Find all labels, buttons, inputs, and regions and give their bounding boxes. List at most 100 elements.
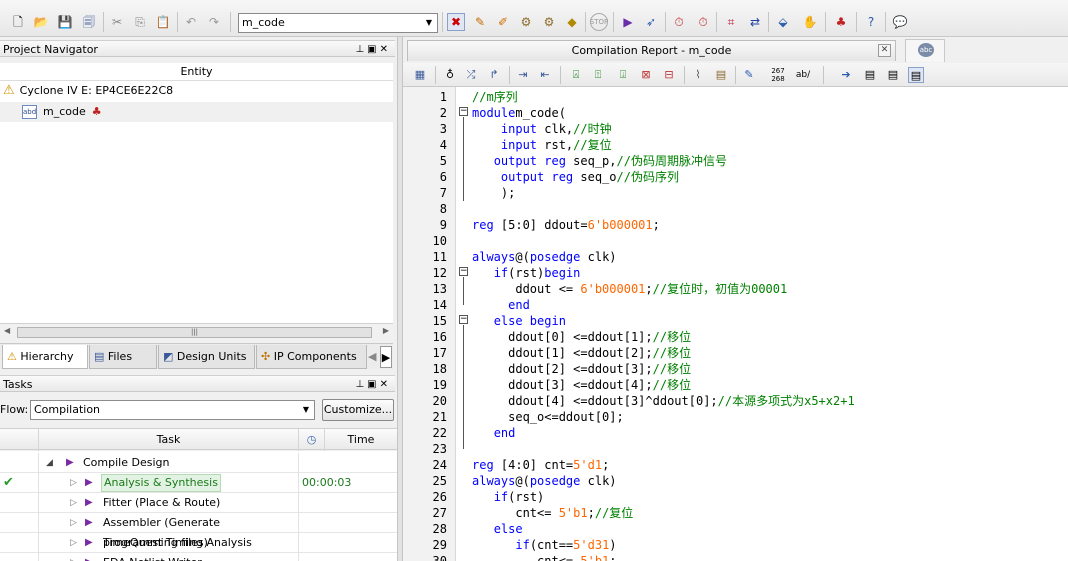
outdent-icon[interactable]: ⇤	[537, 67, 553, 83]
tab-files[interactable]: ▤ Files	[89, 345, 157, 369]
progress-column-header[interactable]: ◷	[299, 429, 325, 451]
insert-template-icon[interactable]: ▤	[713, 67, 729, 83]
hierarchy-tool-icon[interactable]: ♣	[832, 13, 850, 31]
table-row[interactable]: ▷ ▶ TimeQuest Timing Analysis	[0, 533, 398, 553]
indent-icon[interactable]: ⇥	[515, 67, 531, 83]
code-text: clk)	[580, 474, 617, 488]
tab-compilation-report[interactable]: Compilation Report - m_code ✕	[407, 40, 896, 61]
cut-icon[interactable]: ✂	[108, 13, 126, 31]
stop-icon[interactable]: STOP	[590, 13, 608, 31]
view-outline-icon[interactable]: ▤	[862, 67, 878, 83]
fold-toggle-icon[interactable]: −	[459, 107, 468, 116]
tab-ip-components[interactable]: ✣ IP Components	[256, 345, 367, 369]
customize-button[interactable]: Customize...	[322, 399, 394, 421]
table-row[interactable]: ▷ ▶ EDA Netlist Writer	[0, 553, 398, 561]
properties-icon[interactable]: ▦	[412, 67, 428, 83]
settings-icon[interactable]: ⚙	[517, 13, 535, 31]
line-number: 19	[432, 378, 447, 392]
line-number-gutter: 1 2 3 4 5 6 7 8 9 10 11 12 13 14 15 16 17 18 19 20 21 22 23 24 2…	[403, 87, 456, 561]
help-icon[interactable]: ?	[862, 13, 880, 31]
device-row[interactable]: ⚠ Cyclone IV E: EP4CE6E22C8	[0, 81, 393, 101]
scroll-left-icon[interactable]: ◀	[4, 326, 10, 335]
code-keyword: else	[493, 522, 523, 536]
flow-select[interactable]: Compilation ▼	[30, 400, 315, 420]
expand-arrow-icon[interactable]: ▷	[70, 473, 77, 493]
flow-label: Flow:	[0, 403, 29, 416]
tab-code-file[interactable]: abc	[905, 39, 945, 62]
pin-planner-icon[interactable]: ✐	[494, 13, 512, 31]
view-list-icon[interactable]: ▤	[885, 67, 901, 83]
expand-arrow-icon[interactable]: ▷	[70, 493, 77, 513]
hierarchy-tab-icon: ⚠	[7, 350, 17, 363]
design-partition-icon[interactable]: ⚙	[540, 13, 558, 31]
chip-planner-icon[interactable]: ✖	[447, 13, 465, 31]
expand-arrow-icon[interactable]: ▷	[70, 533, 77, 553]
timing-analyzer-icon[interactable]: ⏱	[670, 13, 688, 31]
horizontal-scrollbar[interactable]: ◀ ||| ▶	[0, 323, 393, 340]
tabs-scroll-right-icon[interactable]: ▶	[380, 346, 392, 368]
code-editor[interactable]: //m序列 modulem_code( input clk,//时钟 input …	[470, 87, 1068, 561]
logic-lock-icon[interactable]: ◆	[563, 13, 581, 31]
tabs-scroll-left-icon[interactable]: ◀	[368, 348, 379, 366]
find-icon[interactable]: ♁	[442, 67, 458, 83]
scroll-right-icon[interactable]: ▶	[383, 326, 389, 335]
wrap-text-icon[interactable]: ab/	[793, 67, 813, 83]
tab-design-units[interactable]: ◩ Design Units	[158, 345, 255, 369]
time-column-header[interactable]: Time	[325, 429, 398, 451]
panel-controls-icon[interactable]: ⊥▣✕	[355, 41, 391, 58]
undo-icon[interactable]: ↶	[182, 13, 200, 31]
new-file-icon[interactable]: 🗋	[9, 13, 27, 31]
expand-arrow-icon[interactable]: ▷	[70, 513, 77, 533]
comment-icon[interactable]: ✎	[741, 67, 757, 83]
entity-combo[interactable]: m_code ▼	[238, 13, 438, 33]
prev-bookmark-icon[interactable]: ⍐	[590, 67, 606, 83]
attach-icon[interactable]: ⌇	[690, 67, 706, 83]
paste-icon[interactable]: 📋	[154, 13, 172, 31]
analysis-synthesis-icon[interactable]: ➶	[642, 13, 660, 31]
find-replace-icon[interactable]: ⤮	[463, 67, 479, 83]
fold-toggle-icon[interactable]: −	[459, 315, 468, 324]
table-row[interactable]: ▷ ▶ Assembler (Generate programming file…	[0, 513, 398, 549]
code-keyword: reg	[472, 218, 494, 232]
collapse-arrow-icon[interactable]: ◢	[46, 453, 53, 473]
redo-icon[interactable]: ↷	[205, 13, 223, 31]
expand-arrow-icon[interactable]: ▷	[70, 553, 77, 561]
start-compilation-icon[interactable]: ▶	[619, 13, 637, 31]
code-comment: //复位	[573, 138, 612, 152]
rtl-viewer-icon[interactable]: ⌗	[722, 13, 740, 31]
scrollbar-thumb[interactable]: |||	[17, 327, 372, 338]
task-column-header[interactable]: Task	[39, 429, 299, 451]
code-keyword: output reg	[500, 170, 574, 184]
line-count-icon[interactable]: 267 268	[767, 67, 789, 83]
table-row[interactable]: ✔ ▷ ▶ Analysis & Synthesis 00:00:03	[0, 473, 398, 493]
assignment-editor-icon[interactable]: ✎	[471, 13, 489, 31]
ssn-analyzer-icon[interactable]: ✋	[801, 13, 819, 31]
open-folder-icon[interactable]: 📂	[32, 13, 50, 31]
go-to-icon[interactable]: ➔	[838, 67, 854, 83]
table-row[interactable]: ◢ ▶ Compile Design	[0, 453, 398, 473]
clear-bookmarks-icon[interactable]: ⊠	[638, 67, 654, 83]
timequest-icon[interactable]: ⏱	[694, 13, 712, 31]
netlist-viewer-icon[interactable]: ⇄	[746, 13, 764, 31]
line-number: 2	[439, 106, 447, 120]
bookmark-icon[interactable]: ⍓	[568, 67, 584, 83]
top-entity-row[interactable]: abd m_code ♣	[0, 102, 393, 122]
tab-hierarchy[interactable]: ⚠ Hierarchy	[2, 345, 88, 369]
fold-toggle-icon[interactable]: −	[459, 267, 468, 276]
entity-column-header[interactable]: Entity	[0, 63, 393, 81]
view-detail-icon[interactable]: ▤	[908, 67, 924, 83]
panel-controls-icon[interactable]: ⊥▣✕	[355, 376, 391, 393]
table-row[interactable]: ▷ ▶ Fitter (Place & Route)	[0, 493, 398, 513]
copy-icon[interactable]: ⎘	[131, 13, 149, 31]
status-column-header[interactable]	[0, 429, 39, 451]
delete-bookmark-icon[interactable]: ⊟	[661, 67, 677, 83]
close-icon[interactable]: ✕	[878, 44, 891, 57]
save-icon[interactable]: 💾	[56, 13, 74, 31]
code-text: m_code(	[515, 106, 566, 120]
goto-line-icon[interactable]: ↱	[486, 67, 502, 83]
programmer-icon[interactable]: ⬙	[774, 13, 792, 31]
code-line: reg [5:0] ddout=6'b000001;	[472, 217, 660, 233]
next-bookmark-icon[interactable]: ⍗	[615, 67, 631, 83]
feedback-icon[interactable]: 💬	[891, 13, 909, 31]
save-all-icon[interactable]: 🗐	[80, 13, 98, 31]
